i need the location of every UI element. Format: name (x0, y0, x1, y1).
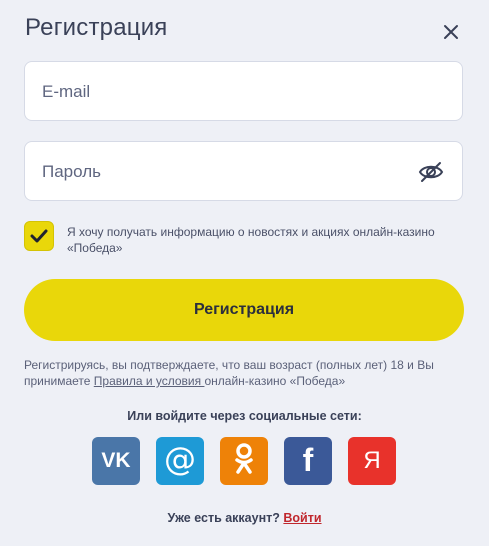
password-field[interactable] (40, 142, 414, 202)
svg-text:@: @ (164, 441, 196, 477)
consent-label: Я хочу получать информацию о новостях и … (67, 225, 435, 255)
social-login-title: Или войдите через социальные сети: (127, 409, 362, 423)
close-icon[interactable] (440, 21, 462, 43)
eye-off-icon[interactable] (418, 160, 444, 184)
email-field[interactable] (40, 62, 414, 122)
ok-login-button[interactable] (220, 437, 268, 485)
consent-checkbox[interactable] (24, 221, 54, 251)
terms-link[interactable]: Правила и условия (94, 374, 205, 388)
page-title: Регистрация (25, 14, 168, 41)
facebook-login-button[interactable]: f (284, 437, 332, 485)
mailru-login-button[interactable]: @ (156, 437, 204, 485)
svg-text:VK: VK (101, 449, 130, 470)
vk-login-button[interactable]: VK (92, 437, 140, 485)
ok-icon (232, 442, 256, 481)
register-button[interactable]: Регистрация (24, 279, 464, 341)
vk-icon: VK (98, 448, 134, 475)
login-link[interactable]: Войти (283, 511, 321, 525)
facebook-icon: f (293, 442, 323, 481)
legal-text: Регистрируясь, вы подтверждаете, что ваш… (24, 357, 469, 389)
legal-text-after: онлайн-казино «Победа» (204, 374, 346, 388)
at-icon: @ (162, 440, 198, 482)
yandex-icon: Я (357, 442, 387, 481)
yandex-login-button[interactable]: Я (348, 437, 396, 485)
email-field-container (24, 61, 463, 122)
login-prompt: Уже есть аккаунт? Войти (0, 511, 489, 525)
login-question: Уже есть аккаунт? (167, 511, 284, 525)
svg-text:Я: Я (363, 447, 380, 474)
svg-text:f: f (303, 442, 314, 476)
checkmark-icon (30, 229, 48, 243)
password-field-container (24, 141, 463, 202)
